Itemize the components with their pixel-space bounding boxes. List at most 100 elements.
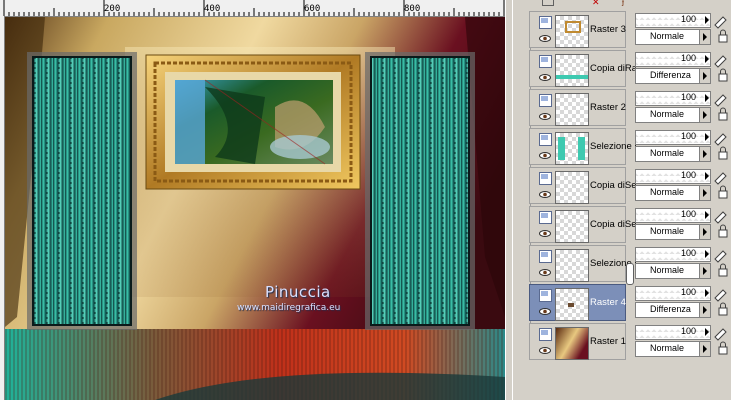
delete-layer-icon[interactable]: ✕ xyxy=(592,0,600,8)
opacity-slider[interactable]: 100 xyxy=(635,169,711,184)
blend-mode-select[interactable]: Differenza xyxy=(635,68,711,84)
lock-icon[interactable] xyxy=(712,249,728,279)
layer-row[interactable]: Raster 3 100 Normale xyxy=(522,11,731,50)
opacity-value: 100 xyxy=(680,209,696,219)
dropdown-arrow-icon[interactable] xyxy=(699,186,710,200)
blend-mode-select[interactable]: Normale xyxy=(635,146,711,162)
dropdown-arrow-icon[interactable] xyxy=(699,147,710,161)
opacity-slider[interactable]: 100 xyxy=(635,247,711,262)
layer-thumbnail xyxy=(555,132,589,165)
layer-name-cell[interactable]: Raster 4 xyxy=(529,284,626,321)
canvas-scrollbar[interactable] xyxy=(505,0,512,400)
dropdown-arrow-icon[interactable] xyxy=(699,225,710,239)
layer-name-cell[interactable]: Selezione i xyxy=(529,128,636,165)
opacity-arrow-icon[interactable] xyxy=(705,250,709,258)
layer-row[interactable]: Raster 2 100 Normale xyxy=(522,89,731,128)
layer-name: Raster 3 xyxy=(590,24,626,35)
lock-icon[interactable] xyxy=(712,93,728,123)
watermark-url: www.maidiregrafica.eu xyxy=(237,303,341,313)
raster-layer-icon xyxy=(539,328,552,341)
layer-name-cell[interactable]: Copia diSe xyxy=(529,206,636,243)
layer-name-cell[interactable]: Selezione i xyxy=(529,245,636,282)
blend-mode-value: Normale xyxy=(650,187,685,197)
opacity-value: 100 xyxy=(680,326,696,336)
layer-name-cell[interactable]: Copia diRa xyxy=(529,50,636,87)
opacity-arrow-icon[interactable] xyxy=(705,133,709,141)
opacity-slider[interactable]: 100 xyxy=(635,13,711,28)
opacity-slider[interactable]: 100 xyxy=(635,52,711,67)
opacity-slider[interactable]: 100 xyxy=(635,325,711,340)
layer-name-cell[interactable]: Raster 2 xyxy=(529,89,626,126)
opacity-slider[interactable]: 100 xyxy=(635,208,711,223)
visibility-eye-icon[interactable] xyxy=(539,35,551,42)
visibility-eye-icon[interactable] xyxy=(539,113,551,120)
canvas-area[interactable]: 200 400 600 800 Pinuccia www.maidiregraf… xyxy=(0,0,512,400)
dropdown-arrow-icon[interactable] xyxy=(699,342,710,356)
opacity-arrow-icon[interactable] xyxy=(705,211,709,219)
blend-mode-value: Differenza xyxy=(650,70,691,80)
lock-icon[interactable] xyxy=(712,327,728,357)
layer-row[interactable]: Copia diRa 100 Differenza xyxy=(522,50,731,89)
layer-name-cell[interactable]: Raster 1 xyxy=(529,323,626,360)
blend-mode-select[interactable]: Differenza xyxy=(635,302,711,318)
dropdown-arrow-icon[interactable] xyxy=(699,69,710,83)
opacity-arrow-icon[interactable] xyxy=(705,16,709,24)
layer-row[interactable]: Selezione i 100 Normale xyxy=(522,128,731,167)
layer-row[interactable]: Raster 4 100 Differenza xyxy=(522,284,731,323)
blend-mode-select[interactable]: Normale xyxy=(635,341,711,357)
lock-icon[interactable] xyxy=(712,171,728,201)
raster-layer-icon xyxy=(539,289,552,302)
dropdown-arrow-icon[interactable] xyxy=(699,303,710,317)
blend-mode-value: Normale xyxy=(650,148,685,158)
opacity-slider[interactable]: 100 xyxy=(635,286,711,301)
blend-mode-select[interactable]: Normale xyxy=(635,185,711,201)
blend-mode-value: Normale xyxy=(650,226,685,236)
dropdown-arrow-icon[interactable] xyxy=(699,108,710,122)
opacity-arrow-icon[interactable] xyxy=(705,55,709,63)
opacity-value: 100 xyxy=(680,248,696,258)
visibility-eye-icon[interactable] xyxy=(539,230,551,237)
visibility-eye-icon[interactable] xyxy=(539,74,551,81)
lock-icon[interactable] xyxy=(712,54,728,84)
layer-name: Selezione i xyxy=(590,141,636,152)
lock-icon[interactable] xyxy=(712,15,728,45)
layer-row[interactable]: Raster 1 100 Normale xyxy=(522,323,731,362)
opacity-slider[interactable]: 100 xyxy=(635,91,711,106)
lock-icon[interactable] xyxy=(712,288,728,318)
raster-layer-icon xyxy=(539,133,552,146)
blend-mode-select[interactable]: Normale xyxy=(635,224,711,240)
dropdown-arrow-icon[interactable] xyxy=(699,264,710,278)
opacity-arrow-icon[interactable] xyxy=(705,94,709,102)
visibility-eye-icon[interactable] xyxy=(539,269,551,276)
layer-name-cell[interactable]: Copia diSe xyxy=(529,167,636,204)
image-canvas[interactable]: Pinuccia www.maidiregrafica.eu xyxy=(5,17,505,400)
opacity-value: 100 xyxy=(680,14,696,24)
visibility-eye-icon[interactable] xyxy=(539,152,551,159)
opacity-arrow-icon[interactable] xyxy=(705,172,709,180)
new-layer-icon[interactable] xyxy=(542,0,554,6)
blend-mode-value: Normale xyxy=(650,109,685,119)
visibility-eye-icon[interactable] xyxy=(539,347,551,354)
raster-layer-icon xyxy=(539,16,552,29)
raster-layer-icon xyxy=(539,250,552,263)
opacity-arrow-icon[interactable] xyxy=(705,328,709,336)
layers-list: Raster 3 100 Normale Copia diRa 100 Differenz… xyxy=(522,8,731,400)
blend-mode-select[interactable]: Normale xyxy=(635,107,711,123)
layer-row[interactable]: Copia diSe 100 Normale xyxy=(522,206,731,245)
blend-mode-select[interactable]: Normale xyxy=(635,263,711,279)
layers-scroll-thumb[interactable] xyxy=(626,263,634,285)
visibility-eye-icon[interactable] xyxy=(539,191,551,198)
visibility-eye-icon[interactable] xyxy=(539,308,551,315)
opacity-slider[interactable]: 100 xyxy=(635,130,711,145)
dropdown-arrow-icon[interactable] xyxy=(699,30,710,44)
lock-icon[interactable] xyxy=(712,210,728,240)
ruler-label-800: 800 xyxy=(404,4,421,14)
lock-icon[interactable] xyxy=(712,132,728,162)
opacity-arrow-icon[interactable] xyxy=(705,289,709,297)
layer-row[interactable]: Copia diSe 100 Normale xyxy=(522,167,731,206)
blend-mode-select[interactable]: Normale xyxy=(635,29,711,45)
opacity-value: 100 xyxy=(680,287,696,297)
blend-mode-value: Normale xyxy=(650,265,685,275)
properties-icon[interactable]: ɉ xyxy=(622,0,624,6)
layer-name-cell[interactable]: Raster 3 xyxy=(529,11,626,48)
